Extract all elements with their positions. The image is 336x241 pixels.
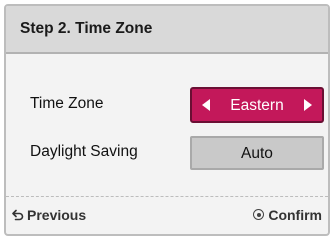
daylight-saving-selector[interactable]: Auto [190,136,324,170]
dialog-title: Step 2. Time Zone [20,20,153,37]
previous-label: Previous [27,207,87,223]
daylight-saving-value: Auto [241,145,273,162]
daylight-saving-label: Daylight Saving [30,143,138,160]
confirm-label: Confirm [268,207,322,223]
time-zone-value: Eastern [230,97,284,114]
time-zone-label: Time Zone [30,95,104,112]
arrow-left-icon[interactable] [202,99,210,111]
confirm-button[interactable]: Confirm [253,207,322,223]
setup-dialog: Step 2. Time Zone Time Zone Eastern Dayl… [4,4,330,236]
ok-button-icon [253,209,265,220]
footer-divider [6,196,328,197]
time-zone-selector[interactable]: Eastern [190,87,324,123]
arrow-right-icon[interactable] [304,99,312,111]
previous-button[interactable]: Previous [12,207,86,223]
dialog-header: Step 2. Time Zone [6,6,328,54]
back-arrow-icon [12,209,24,221]
